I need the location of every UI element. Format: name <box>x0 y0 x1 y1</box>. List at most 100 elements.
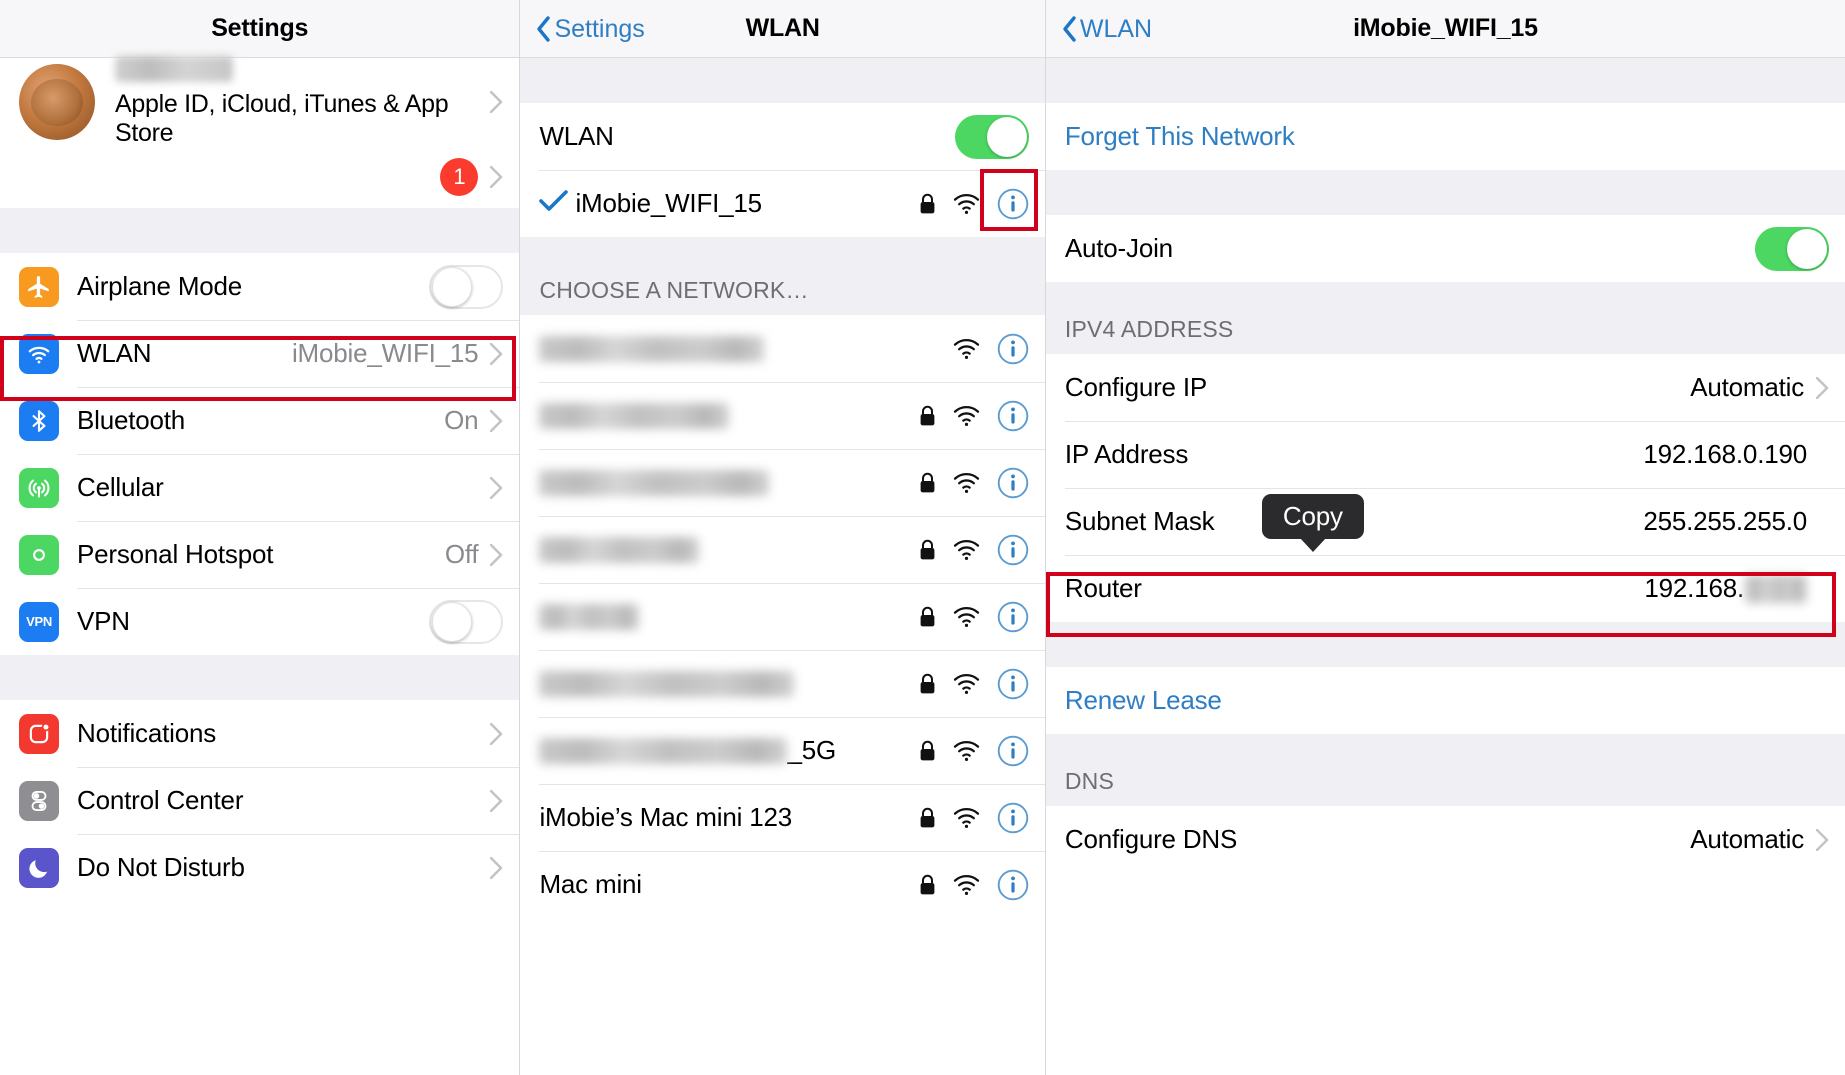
network-name <box>539 469 918 496</box>
network-row-icons <box>919 400 1029 432</box>
configure-ip-label: Configure IP <box>1064 372 1207 402</box>
bluetooth-icon <box>19 400 59 441</box>
dns-header: DNS <box>1045 734 1845 806</box>
wifi-signal-icon <box>953 673 980 695</box>
network-row-icons <box>919 601 1029 633</box>
list-item[interactable]: iMobie’s Mac mini 123 <box>520 784 1045 851</box>
apple-id-account-row[interactable]: Apple ID, iCloud, iTunes & App Store <box>0 56 520 147</box>
network-info-button[interactable] <box>997 601 1029 633</box>
wifi-signal-icon <box>953 539 980 561</box>
section-gap <box>0 655 520 700</box>
list-item[interactable] <box>520 315 1045 382</box>
chevron-right-icon <box>1816 828 1829 851</box>
wifi-signal-icon <box>953 405 980 427</box>
wifi-signal-icon <box>953 807 980 829</box>
sidebar-item-label: Notifications <box>77 718 217 748</box>
wlan-navbar: Settings WLAN <box>520 0 1045 58</box>
hotspot-icon <box>19 534 59 575</box>
network-info-button[interactable] <box>997 188 1029 220</box>
list-item[interactable] <box>520 583 1045 650</box>
configure-dns-row[interactable]: Configure DNS Automatic <box>1045 806 1845 873</box>
available-networks-list: _5G iMobie’s Mac mini 123 Mac mini <box>520 315 1045 918</box>
back-to-settings-button[interactable]: Settings <box>536 0 645 58</box>
ip-address-row[interactable]: IP Address 192.168.0.190 <box>1045 421 1845 488</box>
list-item[interactable] <box>520 449 1045 516</box>
wifi-signal-icon <box>953 338 980 360</box>
section-gap <box>520 58 1045 103</box>
wifi-signal-icon <box>953 193 980 215</box>
auto-join-row[interactable]: Auto-Join <box>1045 215 1845 282</box>
chevron-right-icon <box>490 789 503 812</box>
configure-ip-row[interactable]: Configure IP Automatic <box>1045 354 1845 421</box>
back-to-wlan-button[interactable]: WLAN <box>1062 0 1152 58</box>
sidebar-item-label: VPN <box>77 606 130 636</box>
detail-navbar: WLAN iMobie_WIFI_15 <box>1045 0 1845 58</box>
sidebar-item-airplane-mode[interactable]: Airplane Mode <box>0 253 520 320</box>
vpn-toggle[interactable] <box>429 599 504 644</box>
list-item[interactable] <box>520 650 1045 717</box>
router-row[interactable]: Router 192.168. <box>1045 555 1845 622</box>
list-item[interactable]: _5G <box>520 717 1045 784</box>
network-info-button[interactable] <box>997 534 1029 566</box>
network-info-button[interactable] <box>997 400 1029 432</box>
dns-group: Configure DNS Automatic <box>1045 806 1845 873</box>
sidebar-item-cellular[interactable]: Cellular <box>0 454 520 521</box>
section-gap <box>1045 170 1845 215</box>
avatar <box>19 64 95 140</box>
copy-tooltip[interactable]: Copy <box>1261 494 1364 539</box>
settings-group-system: Notifications Control Center Do Not Dist… <box>0 700 520 901</box>
wlan-toggle-row[interactable]: WLAN <box>520 103 1045 170</box>
checkmark-icon <box>539 189 569 218</box>
section-gap <box>0 208 520 253</box>
network-info-button[interactable] <box>997 467 1029 499</box>
section-gap <box>1045 622 1845 667</box>
wifi-signal-icon <box>953 606 980 628</box>
vpn-icon: VPN <box>19 601 59 642</box>
account-subtitle: Apple ID, iCloud, iTunes & App Store <box>115 90 449 147</box>
wlan-toggle[interactable] <box>954 114 1029 159</box>
sidebar-item-notifications[interactable]: Notifications <box>0 700 520 767</box>
sidebar-item-label: Cellular <box>77 472 164 502</box>
sidebar-item-bluetooth[interactable]: Bluetooth On <box>0 387 520 454</box>
network-info-button[interactable] <box>997 802 1029 834</box>
sidebar-item-label: Personal Hotspot <box>77 539 274 569</box>
lock-icon <box>919 405 936 427</box>
network-info-button[interactable] <box>997 869 1029 901</box>
list-item[interactable]: Mac mini <box>520 851 1045 918</box>
airplane-mode-toggle[interactable] <box>429 264 504 309</box>
network-name <box>539 603 918 630</box>
auto-join-group: Auto-Join <box>1045 215 1845 282</box>
network-info-button[interactable] <box>997 333 1029 365</box>
back-label: Settings <box>554 14 645 43</box>
chevron-right-icon <box>490 342 503 365</box>
lock-icon <box>919 606 936 628</box>
moon-icon <box>19 847 59 888</box>
network-row-icons <box>919 534 1029 566</box>
network-info-button[interactable] <box>997 735 1029 767</box>
lock-icon <box>919 874 936 896</box>
auto-join-toggle[interactable] <box>1755 226 1829 271</box>
lock-icon <box>919 673 936 695</box>
network-row-icons <box>919 467 1029 499</box>
sidebar-item-control-center[interactable]: Control Center <box>0 767 520 834</box>
software-update-badge-row[interactable]: 1 <box>0 146 520 208</box>
connected-network-name: iMobie_WIFI_15 <box>575 188 762 218</box>
sidebar-item-wlan[interactable]: WLAN iMobie_WIFI_15 <box>0 320 520 387</box>
configure-dns-label: Configure DNS <box>1064 824 1238 854</box>
network-info-button[interactable] <box>997 668 1029 700</box>
chevron-right-icon <box>490 166 503 188</box>
subnet-mask-row[interactable]: Subnet Mask 255.255.255.0 <box>1045 488 1845 555</box>
network-row-icons <box>919 668 1029 700</box>
settings-panel: Settings Apple ID, iCloud, iTunes & App … <box>0 0 520 1075</box>
connected-network-row[interactable]: iMobie_WIFI_15 <box>520 170 1045 237</box>
status-badge: 1 <box>440 158 479 196</box>
sidebar-item-personal-hotspot[interactable]: Personal Hotspot Off <box>0 521 520 588</box>
chevron-right-icon <box>490 856 503 879</box>
sidebar-item-vpn[interactable]: VPN VPN <box>0 588 520 655</box>
sidebar-item-do-not-disturb[interactable]: Do Not Disturb <box>0 834 520 901</box>
list-item[interactable] <box>520 382 1045 449</box>
forget-network-row[interactable]: Forget This Network <box>1045 103 1845 170</box>
auto-join-label: Auto-Join <box>1064 233 1173 263</box>
renew-lease-row[interactable]: Renew Lease <box>1045 667 1845 734</box>
list-item[interactable] <box>520 516 1045 583</box>
